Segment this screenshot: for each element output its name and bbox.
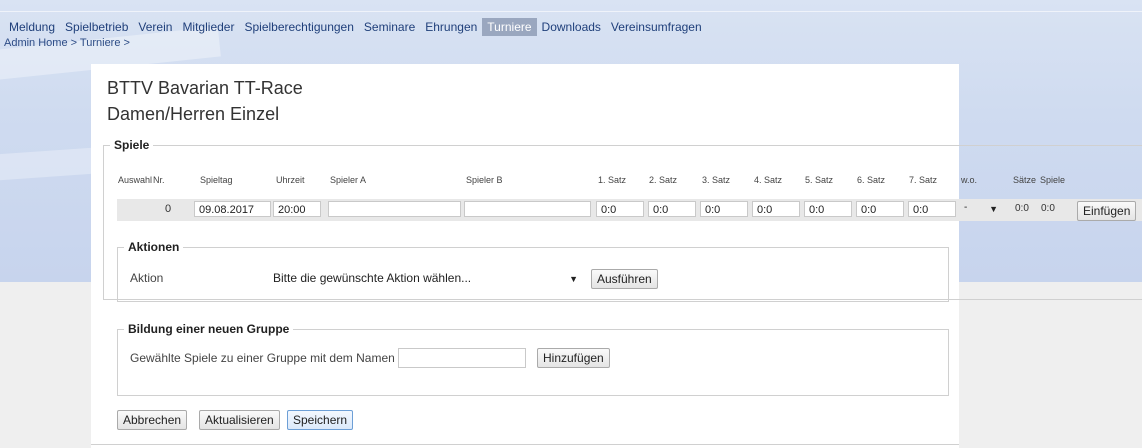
col-wo: w.o. [961,175,978,185]
panel-divider [91,444,959,445]
col-saetze: Sätze [1013,175,1037,185]
page-title: BTTV Bavarian TT-Race [107,78,303,98]
aktion-label: Aktion [130,271,164,285]
menu-item-meldung[interactable]: Meldung [4,18,60,36]
satz1-input[interactable]: 0:0 [596,201,644,217]
spiele-legend: Spiele [114,138,150,152]
menu-item-seminare[interactable]: Seminare [359,18,420,36]
col-satz5: 5. Satz [805,175,834,185]
page-subtitle: Damen/Herren Einzel [107,104,280,124]
abbrechen-button[interactable]: Abbrechen [117,410,188,430]
col-satz3: 3. Satz [702,175,731,185]
col-spiele: Spiele [1040,175,1066,185]
aktionen-legend: Aktionen [128,240,180,254]
col-uhrzeit: Uhrzeit [276,175,305,185]
col-auswahl: Auswahl [118,175,153,185]
satz6-input[interactable]: 0:0 [856,201,904,217]
col-satz7: 7. Satz [909,175,938,185]
uhrzeit-input[interactable]: 20:00 [273,201,321,217]
menu-item-spielberechtigungen[interactable]: Spielberechtigungen [239,18,358,36]
menu-item-ehrungen[interactable]: Ehrungen [420,18,482,36]
gruppe-name-input[interactable] [398,348,526,368]
content-panel: BTTV Bavarian TT-Race Damen/Herren Einze… [91,64,1142,448]
satz2-input[interactable]: 0:0 [648,201,696,217]
col-satz4: 4. Satz [754,175,783,185]
col-spieltag: Spieltag [200,175,233,185]
wo-select-value: - [964,202,968,213]
col-nr: Nr. [153,175,165,185]
breadcrumb[interactable]: Admin Home > Turniere > [4,37,130,49]
aktion-select[interactable]: Bitte die gewünschte Aktion wählen... ▼ [269,270,584,288]
spiele-value: 0:0 [1041,203,1055,214]
gruppe-label: Gewählte Spiele zu einer Gruppe mit dem … [130,351,395,365]
chevron-down-icon: ▼ [989,204,998,214]
menu-item-spielbetrieb[interactable]: Spielbetrieb [60,18,133,36]
gruppe-legend: Bildung einer neuen Gruppe [128,322,290,336]
speichern-button[interactable]: Speichern [287,410,354,430]
menu-item-vereinsumfragen[interactable]: Vereinsumfragen [606,18,707,36]
col-satz6: 6. Satz [857,175,886,185]
menu-item-mitglieder[interactable]: Mitglieder [177,18,239,36]
hinzufuegen-button[interactable]: Hinzufügen [537,348,610,368]
satz4-input[interactable]: 0:0 [752,201,800,217]
row-nr: 0 [165,203,172,215]
satz3-input[interactable]: 0:0 [700,201,748,217]
ausfuehren-button[interactable]: Ausführen [591,269,658,289]
chevron-down-icon: ▼ [569,274,578,284]
main-menu: Meldung Spielbetrieb Verein Mitglieder S… [4,18,707,36]
menu-item-turniere[interactable]: Turniere [482,18,537,36]
einfuegen-button[interactable]: Einfügen [1077,201,1137,221]
saetze-value: 0:0 [1015,203,1029,214]
menu-item-downloads[interactable]: Downloads [537,18,606,36]
menu-item-verein[interactable]: Verein [133,18,177,36]
aktualisieren-button[interactable]: Aktualisieren [199,410,280,430]
satz5-input[interactable]: 0:0 [804,201,852,217]
aktion-select-value: Bitte die gewünschte Aktion wählen... [273,271,472,285]
spieler-b-input[interactable] [464,201,591,217]
satz7-input[interactable]: 0:0 [908,201,956,217]
col-satz2: 2. Satz [649,175,678,185]
header-line [0,11,1142,12]
spieltag-input[interactable]: 09.08.2017 [194,201,271,217]
spieler-a-input[interactable] [328,201,461,217]
wo-select[interactable]: - ▼ [960,201,1006,217]
col-spieler-a: Spieler A [330,175,367,185]
col-satz1: 1. Satz [598,175,627,185]
col-spieler-b: Spieler B [466,175,503,185]
